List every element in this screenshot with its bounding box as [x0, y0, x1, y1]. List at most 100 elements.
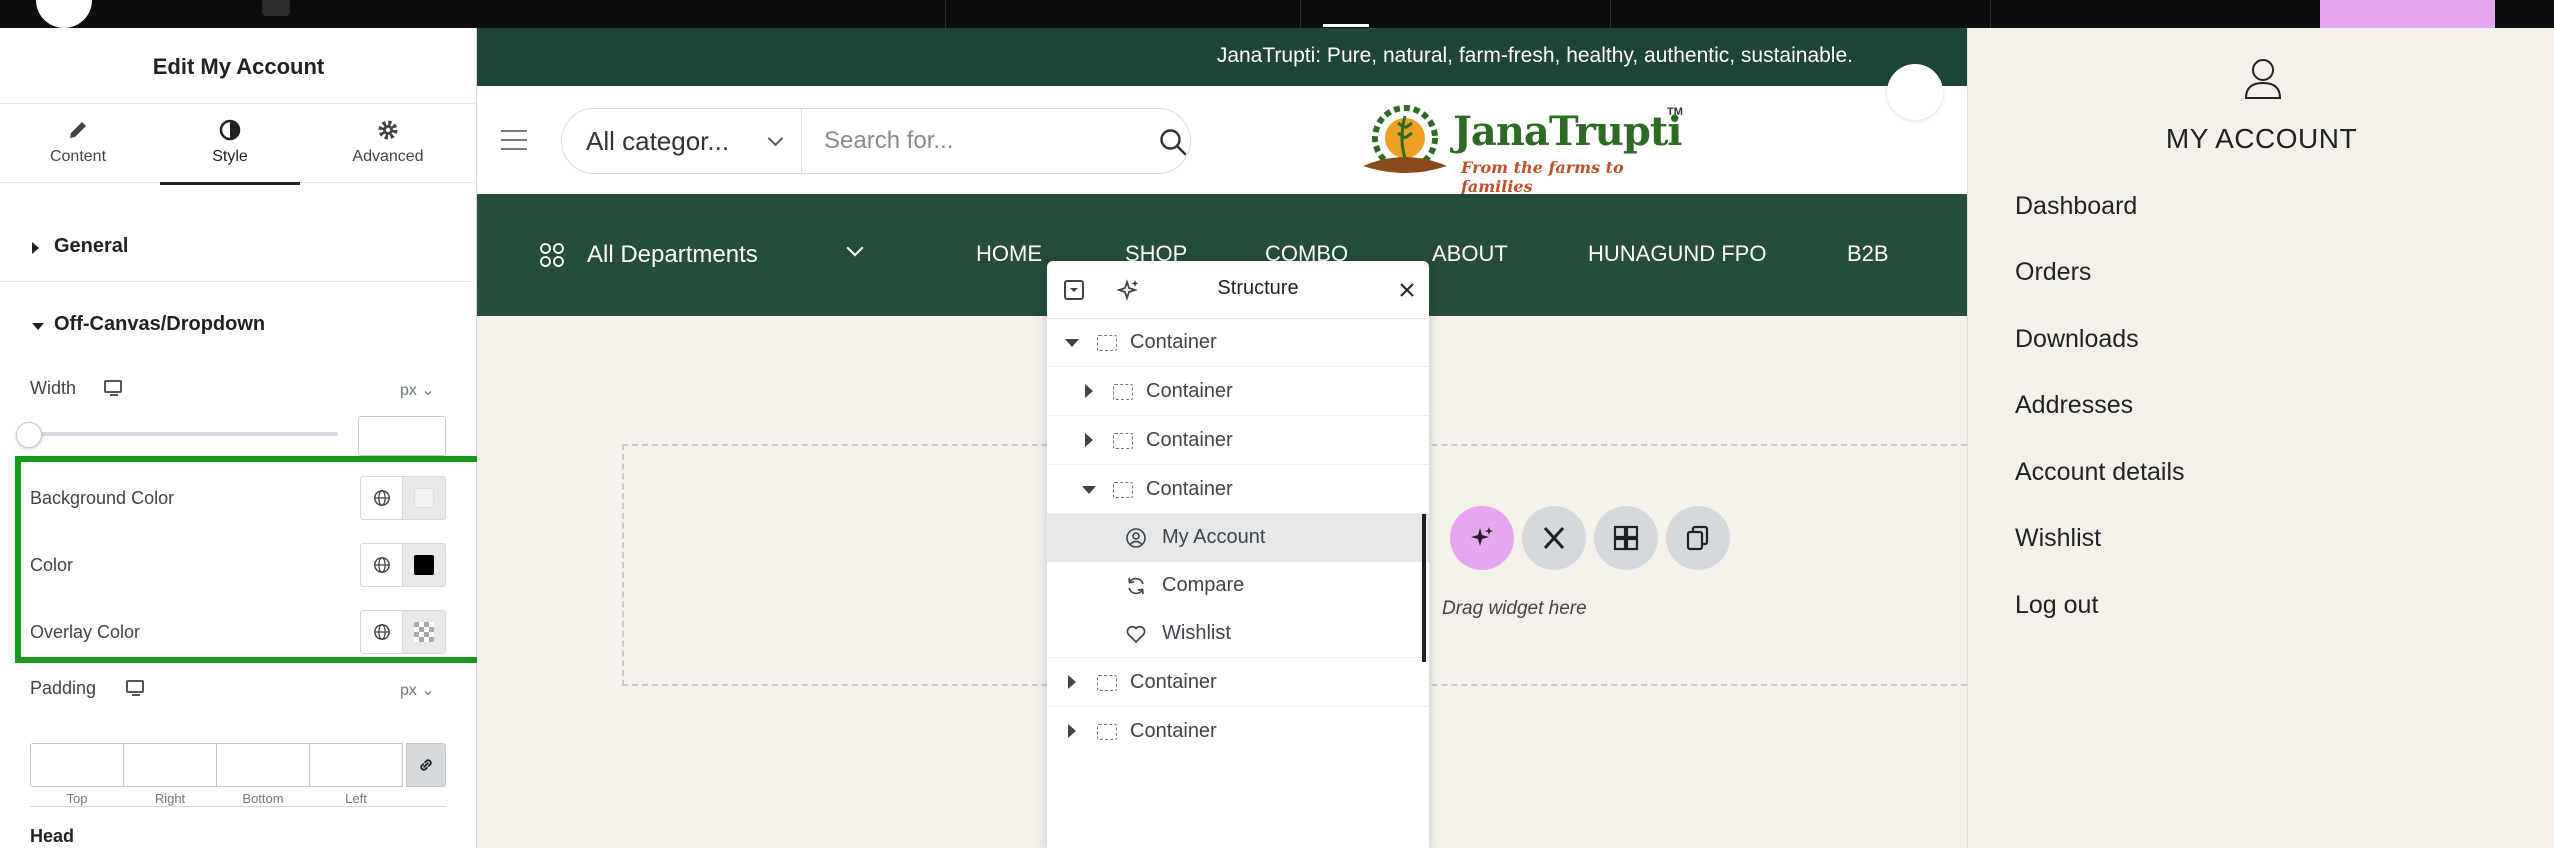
unit-label: px — [400, 682, 417, 699]
layout-grid-icon — [1613, 525, 1639, 551]
publish-button[interactable] — [2320, 0, 2495, 28]
templates-button[interactable] — [1594, 506, 1658, 570]
all-departments-button[interactable]: All Departments — [587, 241, 758, 269]
padding-inputs — [30, 743, 446, 787]
tab-label: Style — [212, 148, 248, 165]
padding-unit-select[interactable]: px ⌄ — [400, 680, 435, 700]
close-icon[interactable] — [1399, 282, 1415, 298]
account-link-dashboard[interactable]: Dashboard — [2015, 192, 2137, 221]
ai-assistant-button[interactable] — [1450, 506, 1514, 570]
refresh-icon — [1128, 577, 1144, 595]
caret-down-icon[interactable] — [1082, 486, 1096, 494]
account-link-account-details[interactable]: Account details — [2015, 458, 2185, 487]
unit-label: px — [400, 382, 417, 399]
caret-down-icon[interactable] — [1065, 339, 1079, 347]
search-input[interactable]: Search for... — [824, 127, 953, 155]
desktop-icon[interactable] — [126, 680, 144, 696]
structure-row-wishlist[interactable]: Wishlist — [1047, 610, 1429, 658]
caret-right-icon[interactable] — [1068, 675, 1076, 689]
structure-row-container[interactable]: Container — [1047, 466, 1429, 514]
paste-button[interactable] — [1666, 506, 1730, 570]
close-offcanvas-button[interactable] — [1887, 64, 1943, 120]
pencil-icon — [70, 122, 86, 138]
tab-label: Advanced — [352, 148, 424, 165]
tab-advanced[interactable]: Advanced — [318, 104, 458, 184]
width-label: Width — [30, 378, 77, 398]
width-slider-track[interactable] — [30, 432, 338, 436]
x-widget-button[interactable] — [1522, 506, 1586, 570]
elementor-logo[interactable] — [36, 0, 92, 28]
padding-right-input[interactable] — [123, 743, 217, 787]
tab-content[interactable]: Content — [8, 104, 148, 184]
brand-tagline: From the farms to families — [1461, 158, 1624, 196]
account-link-orders[interactable]: Orders — [2015, 258, 2091, 287]
caret-right-icon — [32, 242, 39, 254]
caret-right-icon[interactable] — [1085, 384, 1093, 398]
drop-zone-hint: Drag widget here — [1442, 598, 1587, 619]
account-link-downloads[interactable]: Downloads — [2015, 325, 2139, 354]
account-link-log-out[interactable]: Log out — [2015, 591, 2098, 620]
structure-row-container[interactable]: Container — [1047, 319, 1429, 367]
nav-about[interactable]: ABOUT — [1432, 241, 1508, 267]
hamburger-menu-icon[interactable] — [501, 130, 527, 150]
row-label: Compare — [1162, 574, 1245, 596]
row-label: Container — [1146, 429, 1233, 451]
site-logo[interactable]: JanaTrupti TM From the farms to families — [1357, 96, 1687, 196]
container-icon — [1097, 335, 1117, 351]
row-label: Container — [1146, 380, 1233, 402]
nav-b2b[interactable]: B2B — [1847, 241, 1889, 267]
structure-row-container[interactable]: Container — [1047, 708, 1429, 756]
row-label: Container — [1130, 720, 1217, 742]
head-section-label: Head — [30, 826, 75, 846]
tab-style[interactable]: Style — [160, 104, 300, 185]
brand-trademark: TM — [1667, 106, 1683, 118]
tab-label: Content — [49, 148, 107, 165]
copy-icon — [1686, 525, 1709, 551]
panel-title: Edit My Account — [152, 54, 325, 79]
container-icon — [1113, 482, 1133, 498]
sun-wheat-logo-icon — [1363, 105, 1447, 173]
caret-right-icon[interactable] — [1068, 724, 1076, 738]
structure-title: Structure — [1217, 277, 1299, 299]
my-account-offcanvas: MY ACCOUNT Dashboard Orders Downloads Ad… — [1967, 28, 2554, 848]
toolbar-divider — [1300, 0, 1301, 28]
link-icon — [420, 759, 432, 771]
section-title: General — [54, 235, 129, 257]
structure-row-my-account[interactable]: My Account — [1047, 514, 1429, 562]
width-slider-handle[interactable] — [16, 422, 42, 448]
link-values-button[interactable] — [406, 743, 446, 787]
search-bar: All categor... Search for... — [561, 108, 1191, 174]
padding-right-caption: Right — [154, 791, 186, 806]
structure-row-container[interactable]: Container — [1047, 659, 1429, 707]
section-offcanvas[interactable]: Off-Canvas/Dropdown — [0, 290, 477, 360]
panel-tabs: Content Style Advanced — [0, 103, 477, 185]
container-icon — [1113, 433, 1133, 449]
announcement-text: JanaTrupti: Pure, natural, farm-fresh, h… — [1216, 44, 1853, 67]
nav-hunagund-fpo[interactable]: HUNAGUND FPO — [1588, 241, 1766, 267]
account-link-wishlist[interactable]: Wishlist — [2015, 524, 2101, 553]
category-select[interactable]: All categor... — [562, 109, 802, 173]
brand-name: JanaTrupti — [1453, 108, 1682, 155]
toolbar-button[interactable] — [262, 0, 290, 16]
padding-label: Padding — [30, 678, 97, 698]
nav-home[interactable]: HOME — [976, 241, 1042, 267]
width-unit-select[interactable]: px ⌄ — [400, 380, 435, 400]
toolbar-divider — [1610, 0, 1611, 28]
structure-row-container[interactable]: Container — [1047, 368, 1429, 416]
row-label: Container — [1130, 331, 1217, 353]
padding-top-input[interactable] — [30, 743, 124, 787]
padding-top-caption: Top — [66, 791, 88, 806]
section-title: Off-Canvas/Dropdown — [54, 313, 266, 335]
account-link-addresses[interactable]: Addresses — [2015, 391, 2133, 420]
caret-right-icon[interactable] — [1085, 433, 1093, 447]
structure-row-compare[interactable]: Compare — [1047, 562, 1429, 610]
width-input[interactable] — [358, 416, 446, 456]
grid-categories-icon[interactable] — [539, 242, 565, 268]
structure-row-container[interactable]: Container — [1047, 417, 1429, 465]
structure-header: Structure — [1047, 261, 1429, 319]
padding-bottom-input[interactable] — [216, 743, 310, 787]
search-icon[interactable] — [1158, 127, 1188, 157]
padding-left-input[interactable] — [309, 743, 403, 787]
desktop-icon[interactable] — [104, 380, 122, 396]
section-general[interactable]: General — [0, 212, 477, 282]
